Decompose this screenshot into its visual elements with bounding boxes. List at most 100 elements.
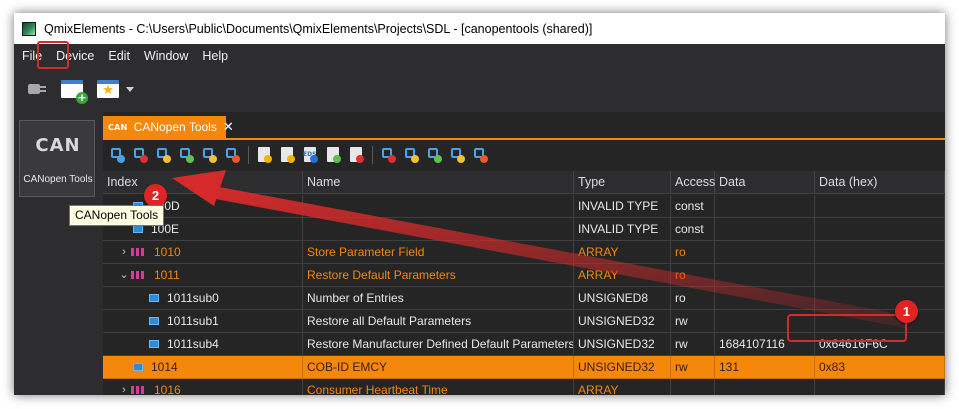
name-cell: COB-ID EMCY: [303, 356, 574, 379]
highlight-box-hex-value: [787, 314, 907, 342]
device-stop-icon[interactable]: [380, 147, 396, 163]
menu-edit[interactable]: Edit: [101, 49, 137, 63]
menu-help[interactable]: Help: [195, 49, 235, 63]
network-stop-icon[interactable]: [132, 147, 148, 163]
network-add-icon[interactable]: [178, 147, 194, 163]
annotation-badge-1: 1: [895, 300, 918, 323]
name-cell: [303, 218, 574, 241]
tab-label: CANopen Tools: [133, 120, 217, 134]
document-load-icon[interactable]: [279, 147, 295, 163]
add-window-button[interactable]: [58, 76, 88, 104]
data-hex-cell: [815, 241, 945, 264]
window-favorite-icon: ★: [97, 80, 119, 98]
column-header-type[interactable]: Type: [574, 171, 671, 194]
network-scan-icon[interactable]: [109, 147, 125, 163]
name-cell: [303, 195, 574, 218]
can-tab-icon: CAN: [108, 122, 128, 132]
index-cell: 1011sub4: [103, 333, 303, 356]
plugin-label: CANopen Tools: [23, 174, 93, 185]
name-cell: Restore Default Parameters: [303, 264, 574, 287]
plugin-sidebar: CAN CANopen Tools: [14, 110, 101, 395]
column-header-name[interactable]: Name: [303, 171, 574, 194]
collapse-icon[interactable]: ⌄: [117, 264, 131, 286]
document-export-icon[interactable]: [348, 147, 364, 163]
variable-icon: [149, 294, 159, 302]
index-value: 1016: [154, 382, 181, 396]
array-icon: [131, 386, 145, 394]
can-logo-icon: CAN: [35, 135, 81, 156]
index-value: 1014: [151, 359, 178, 374]
name-cell: Store Parameter Field: [303, 241, 574, 264]
edit-icon[interactable]: [256, 147, 272, 163]
data-hex-cell: [815, 287, 945, 310]
data-hex-cell: [815, 218, 945, 241]
column-header-access[interactable]: Access: [671, 171, 715, 194]
index-cell: › 1016: [103, 379, 303, 395]
type-cell: ARRAY: [574, 264, 671, 287]
type-cell: ARRAY: [574, 379, 671, 395]
variable-icon: [149, 317, 159, 325]
name-cell: Restore Manufacturer Defined Default Par…: [303, 333, 574, 356]
device-warning-icon[interactable]: [449, 147, 465, 163]
expand-icon[interactable]: ›: [117, 241, 131, 263]
connect-button[interactable]: [22, 76, 50, 102]
document-area: CAN CANopen Tools ✕ EDS Index Name Type …: [103, 112, 945, 395]
dropdown-arrow-icon[interactable]: [126, 86, 134, 92]
data-hex-cell: [815, 264, 945, 287]
index-cell: › 1010: [103, 241, 303, 264]
network-remove-icon[interactable]: [224, 147, 240, 163]
expand-icon[interactable]: ›: [117, 379, 131, 396]
canopen-toolbar: EDS: [103, 141, 945, 169]
index-value: 1011sub4: [167, 336, 219, 351]
app-logo-icon: [22, 21, 36, 36]
column-header-data-hex[interactable]: Data (hex): [815, 171, 945, 194]
access-cell: rw: [671, 310, 715, 333]
highlight-box-toolbar-button: [37, 41, 69, 69]
window-title: QmixElements - C:\Users\Public\Documents…: [44, 21, 593, 36]
device-info-icon[interactable]: [403, 147, 419, 163]
access-cell: ro: [671, 287, 715, 310]
index-cell: ⌄ 1011: [103, 264, 303, 287]
tab-canopen-tools[interactable]: CAN CANopen Tools ✕: [103, 116, 234, 138]
document-import-icon[interactable]: [325, 147, 341, 163]
annotation-badge-2: 2: [144, 184, 167, 207]
table-row[interactable]: 1011sub0 Number of Entries UNSIGNED8 ro: [103, 287, 945, 310]
data-cell: [715, 195, 815, 218]
type-cell: UNSIGNED32: [574, 356, 671, 379]
toolbar-separator: [248, 146, 249, 164]
type-cell: UNSIGNED32: [574, 333, 671, 356]
data-cell: [715, 379, 815, 395]
index-value: 1011: [154, 267, 180, 282]
variable-icon: [133, 363, 143, 371]
table-row[interactable]: › 1010 Store Parameter Field ARRAY ro: [103, 241, 945, 264]
tooltip: CANopen Tools: [69, 205, 165, 226]
table-row[interactable]: › 1016 Consumer Heartbeat Time ARRAY: [103, 379, 945, 395]
network-warning-icon[interactable]: [201, 147, 217, 163]
column-header-index[interactable]: Index: [103, 171, 303, 194]
column-header-data[interactable]: Data: [715, 171, 815, 194]
device-remove-icon[interactable]: [472, 147, 488, 163]
type-cell: UNSIGNED8: [574, 287, 671, 310]
device-add-icon[interactable]: [426, 147, 442, 163]
title-bar: QmixElements - C:\Users\Public\Documents…: [14, 13, 945, 44]
table-row[interactable]: 100E INVALID TYPE const: [103, 218, 945, 241]
access-cell: [671, 379, 715, 395]
array-icon: [131, 248, 145, 256]
eds-file-icon[interactable]: EDS: [302, 147, 318, 163]
data-cell: 131: [715, 356, 815, 379]
data-cell: [715, 264, 815, 287]
network-info-icon[interactable]: [155, 147, 171, 163]
data-hex-cell: [815, 379, 945, 395]
array-icon: [131, 271, 145, 279]
access-cell: const: [671, 218, 715, 241]
table-row[interactable]: 1014 COB-ID EMCY UNSIGNED32 rw 131 0x83: [103, 356, 945, 379]
close-icon[interactable]: ✕: [223, 119, 234, 135]
menu-window[interactable]: Window: [137, 49, 195, 63]
table-row[interactable]: ⌄ 1011 Restore Default Parameters ARRAY ro: [103, 264, 945, 287]
canopen-plugin-button[interactable]: CAN CANopen Tools: [19, 120, 95, 197]
access-cell: rw: [671, 356, 715, 379]
table-row[interactable]: 100D INVALID TYPE const: [103, 195, 945, 218]
favorite-window-button[interactable]: ★: [94, 76, 122, 102]
data-hex-cell: 0x83: [815, 356, 945, 379]
variable-icon: [133, 225, 143, 233]
